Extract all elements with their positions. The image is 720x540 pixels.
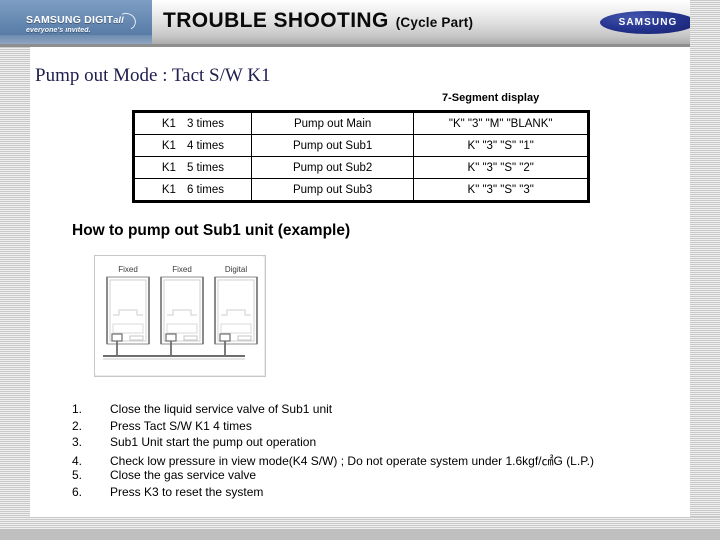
- outdoor-unit-diagram: Fixed Fixed Digital: [94, 255, 266, 377]
- step-number: 6.: [72, 484, 83, 499]
- step-text: Check low pressure in view mode(K4 S/W) …: [110, 453, 594, 468]
- unit-group-3: Digital: [214, 265, 258, 356]
- cell-segment: "K" "3" "M" "BLANK": [413, 111, 589, 135]
- list-item: 4. Check low pressure in view mode(K4 S/…: [72, 452, 682, 469]
- slide: SAMSUNG DIGITall everyone's invited. TRO…: [0, 0, 720, 540]
- samsung-logo: SAMSUNG: [600, 11, 696, 34]
- segment-display-caption: 7-Segment display: [442, 92, 540, 104]
- list-item: 1. Close the liquid service valve of Sub…: [72, 402, 682, 419]
- unit-group-2: Fixed: [160, 265, 204, 356]
- cell-action: Pump out Sub1: [250, 134, 415, 157]
- unit-group-1: Fixed: [106, 265, 150, 356]
- logo-brand-text: SAMSUNG DIGIT: [26, 14, 114, 26]
- list-item: 2. Press Tact S/W K1 4 times: [72, 419, 682, 436]
- list-item: 6. Press K3 to reset the system: [72, 485, 682, 502]
- cell-action: Pump out Main: [250, 111, 415, 135]
- section-heading: Pump out Mode : Tact S/W K1: [35, 65, 271, 86]
- cell-action: Pump out Sub2: [250, 156, 415, 179]
- samsung-logo-text: SAMSUNG: [618, 17, 678, 28]
- procedure-steps-list: 1. Close the liquid service valve of Sub…: [72, 402, 682, 501]
- key-count: 5 times: [186, 161, 225, 174]
- cell-key: K1 3 times: [133, 111, 252, 135]
- step-text: Press K3 to reset the system: [110, 484, 264, 499]
- cell-segment: K" "3" "S" "2": [413, 156, 589, 179]
- samsung-digitall-logo: SAMSUNG DIGITall everyone's invited.: [26, 10, 139, 36]
- slide-header: SAMSUNG DIGITall everyone's invited. TRO…: [0, 0, 720, 47]
- unit-label-3: Digital: [225, 265, 247, 274]
- diagram-svg: Fixed Fixed Digital: [95, 256, 263, 374]
- key-count: 4 times: [186, 139, 225, 152]
- list-item: 3. Sub1 Unit start the pump out operatio…: [72, 435, 682, 452]
- step-text: Sub1 Unit start the pump out operation: [110, 435, 317, 449]
- cell-segment: K" "3" "S" "3": [413, 178, 589, 202]
- list-item: 5. Close the gas service valve: [72, 468, 682, 485]
- unit-label-1: Fixed: [118, 265, 138, 274]
- right-border-band: [690, 0, 720, 517]
- step-text: Close the gas service valve: [110, 468, 257, 482]
- cell-key: K1 5 times: [133, 156, 252, 179]
- key-label: K1: [161, 117, 176, 130]
- step-number: 2.: [72, 418, 83, 433]
- key-count: 3 times: [186, 117, 225, 130]
- cell-key: K1 4 times: [133, 134, 252, 157]
- table-body: K1 3 times Pump out Main "K" "3" "M" "BL…: [133, 111, 589, 202]
- bottom-border-band: [0, 517, 720, 529]
- page-title: TROUBLE SHOOTING (Cycle Part): [163, 9, 473, 33]
- left-border-band: [0, 47, 30, 517]
- step-number: 5.: [72, 468, 83, 482]
- cell-key: K1 6 times: [133, 178, 252, 202]
- cell-segment: K" "3" "S" "1": [413, 134, 589, 157]
- example-heading: How to pump out Sub1 unit (example): [72, 222, 351, 239]
- table-row: K1 5 times Pump out Sub2 K" "3" "S" "2": [133, 156, 589, 179]
- key-count: 6 times: [186, 183, 225, 196]
- cell-action: Pump out Sub3: [250, 178, 415, 202]
- step-number: 4.: [72, 453, 83, 468]
- step-number: 3.: [72, 435, 83, 449]
- footer-band: [0, 529, 720, 540]
- step-text: Press Tact S/W K1 4 times: [110, 418, 252, 433]
- step-text: Close the liquid service valve of Sub1 u…: [110, 402, 333, 416]
- step-number: 1.: [72, 402, 83, 416]
- table-row: K1 3 times Pump out Main "K" "3" "M" "BL…: [133, 111, 589, 135]
- table-row: K1 4 times Pump out Sub1 K" "3" "S" "1": [133, 134, 589, 157]
- table-row: K1 6 times Pump out Sub3 K" "3" "S" "3": [133, 178, 589, 202]
- key-label: K1: [161, 183, 176, 196]
- unit-label-2: Fixed: [172, 265, 192, 274]
- pump-out-mode-table: K1 3 times Pump out Main "K" "3" "M" "BL…: [132, 110, 590, 203]
- key-label: K1: [161, 139, 176, 152]
- key-label: K1: [161, 161, 176, 174]
- page-title-main: TROUBLE SHOOTING: [163, 9, 389, 32]
- page-title-sub: (Cycle Part): [395, 15, 474, 30]
- content-panel: Pump out Mode : Tact S/W K1 7-Segment di…: [30, 47, 690, 517]
